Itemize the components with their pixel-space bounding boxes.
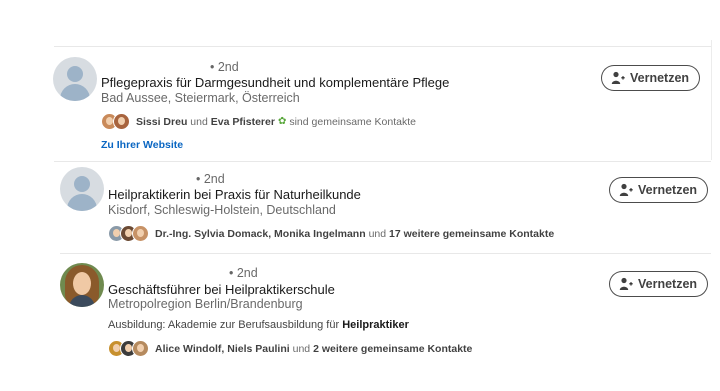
connect-button-label: Vernetzen: [638, 183, 698, 197]
connect-button-label: Vernetzen: [630, 71, 690, 85]
add-person-icon: [619, 183, 633, 196]
profile-avatar[interactable]: [53, 57, 97, 101]
mutual-avatars: [108, 340, 149, 357]
mutual-avatars: [108, 225, 149, 242]
mutual-suffix: sind gemeinsame Kontakte: [289, 115, 416, 128]
mutual-others: 17 weitere gemeinsame Kontakte: [389, 227, 555, 240]
scroll-edge: [711, 40, 712, 160]
profile-location: Metropolregion Berlin/Brandenburg: [108, 297, 303, 311]
education-line: Ausbildung: Akademie zur Berufsausbildun…: [108, 319, 409, 331]
mutual-avatar: [132, 225, 149, 242]
divider: [60, 253, 711, 254]
mutual-name: Sissi Dreu: [136, 115, 188, 128]
education-prefix: Ausbildung: Akademie zur Berufsausbildun…: [108, 319, 340, 331]
divider-top: [54, 46, 711, 47]
mutual-avatar: [132, 340, 149, 357]
mutual-joiner: und: [368, 227, 387, 240]
mutual-connections[interactable]: Dr.-Ing. Sylvia Domack, Monika Ingelmann…: [108, 225, 554, 242]
divider: [54, 161, 711, 162]
add-person-icon: [611, 71, 625, 84]
website-link[interactable]: Zu Ihrer Website: [101, 139, 183, 151]
mutual-joiner: und: [292, 342, 311, 355]
mutual-avatars: [101, 113, 130, 130]
mutual-names: Dr.-Ing. Sylvia Domack, Monika Ingelmann: [155, 227, 366, 240]
profile-headline: Heilpraktikerin bei Praxis für Naturheil…: [108, 187, 361, 202]
profile-avatar[interactable]: [60, 263, 104, 307]
connect-button[interactable]: Vernetzen: [609, 271, 709, 297]
connection-degree: • 2nd: [229, 266, 258, 280]
connection-degree: • 2nd: [196, 172, 225, 186]
profile-headline: Geschäftsführer bei Heilpraktikerschule: [108, 282, 335, 297]
connect-button[interactable]: Vernetzen: [601, 65, 701, 91]
profile-location: Bad Aussee, Steiermark, Österreich: [101, 91, 300, 105]
mutual-avatar: [113, 113, 130, 130]
mutual-names: Alice Windolf, Niels Paulini: [155, 342, 290, 355]
mutual-name: Eva Pfisterer: [210, 115, 275, 128]
education-keyword: Heilpraktiker: [342, 319, 409, 331]
profile-location: Kisdorf, Schleswig-Holstein, Deutschland: [108, 203, 336, 217]
mutual-connections[interactable]: Sissi Dreu und Eva Pfisterer ✿ sind gemein…: [101, 113, 416, 130]
connection-degree: • 2nd: [210, 60, 239, 74]
connect-button[interactable]: Vernetzen: [609, 177, 709, 203]
mutual-joiner: und: [190, 115, 208, 128]
mutual-connections[interactable]: Alice Windolf, Niels Paulini und 2 weite…: [108, 340, 472, 357]
profile-avatar[interactable]: [60, 167, 104, 211]
profile-headline: Pflegepraxis für Darmgesundheit und komp…: [101, 75, 450, 90]
mutual-others: 2 weitere gemeinsame Kontakte: [313, 342, 473, 355]
add-person-icon: [619, 277, 633, 290]
leaf-icon: ✿: [277, 116, 287, 127]
connect-button-label: Vernetzen: [638, 277, 698, 291]
